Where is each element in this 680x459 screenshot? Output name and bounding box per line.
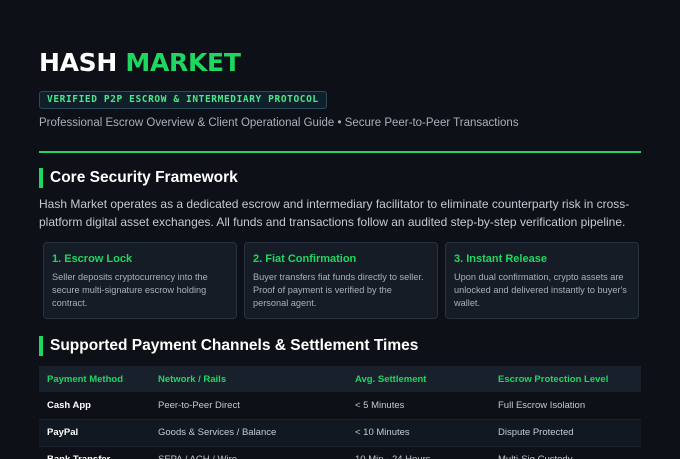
tagline: Professional Escrow Overview & Client Op…: [39, 117, 519, 129]
column-header-settlement: Avg. Settlement: [347, 366, 490, 392]
cell-protection: Full Escrow Isolation: [490, 392, 641, 420]
section-title-channels: Supported Payment Channels & Settlement …: [39, 336, 418, 356]
step-title: 2. Fiat Confirmation: [253, 253, 357, 265]
cell-protection: Multi-Sig Custody: [490, 446, 641, 459]
cell-network: Peer-to-Peer Direct: [150, 392, 347, 420]
step-card-instant-release: 3. Instant Release Upon dual confirmatio…: [445, 242, 639, 319]
protocol-badge: VERIFIED P2P ESCROW & INTERMEDIARY PROTO…: [39, 91, 327, 109]
column-header-protection: Escrow Protection Level: [490, 366, 641, 392]
brand-accent: MARKET: [125, 48, 241, 77]
step-description: Seller deposits cryptocurrency into the …: [52, 272, 208, 308]
table-row: Cash App Peer-to-Peer Direct < 5 Minutes…: [39, 392, 641, 420]
cell-method: Cash App: [39, 392, 150, 420]
cell-settlement: < 10 Minutes: [347, 419, 490, 447]
step-card-fiat-confirmation: 2. Fiat Confirmation Buyer transfers fia…: [244, 242, 438, 319]
table-row: PayPal Goods & Services / Balance < 10 M…: [39, 419, 641, 447]
table-header-row: Payment Method Network / Rails Avg. Sett…: [39, 366, 641, 392]
step-description: Buyer transfers fiat funds directly to s…: [253, 272, 424, 308]
brand-primary: HASH: [39, 48, 117, 77]
step-card-escrow-lock: 1. Escrow Lock Seller deposits cryptocur…: [43, 242, 237, 319]
cell-network: Goods & Services / Balance: [150, 419, 347, 447]
cell-settlement: 10 Min - 24 Hours: [347, 446, 490, 459]
section-title-security: Core Security Framework: [39, 168, 238, 188]
payment-channels-table: Payment Method Network / Rails Avg. Sett…: [39, 366, 641, 459]
step-title: 1. Escrow Lock: [52, 253, 133, 265]
column-header-network: Network / Rails: [150, 366, 347, 392]
process-steps: 1. Escrow Lock Seller deposits cryptocur…: [43, 242, 639, 319]
cell-method: Bank Transfer: [39, 446, 150, 459]
cell-protection: Dispute Protected: [490, 419, 641, 447]
brand-logo: HASH MARKET: [39, 48, 241, 77]
cell-network: SEPA / ACH / Wire: [150, 446, 347, 459]
security-intro: Hash Market operates as a dedicated escr…: [39, 197, 630, 229]
step-title: 3. Instant Release: [454, 253, 547, 265]
cell-settlement: < 5 Minutes: [347, 392, 490, 420]
header-divider: [39, 151, 641, 153]
step-description: Upon dual confirmation, crypto assets ar…: [454, 272, 627, 308]
table-row: Bank Transfer SEPA / ACH / Wire 10 Min -…: [39, 446, 641, 459]
cell-method: PayPal: [39, 419, 150, 447]
column-header-method: Payment Method: [39, 366, 150, 392]
